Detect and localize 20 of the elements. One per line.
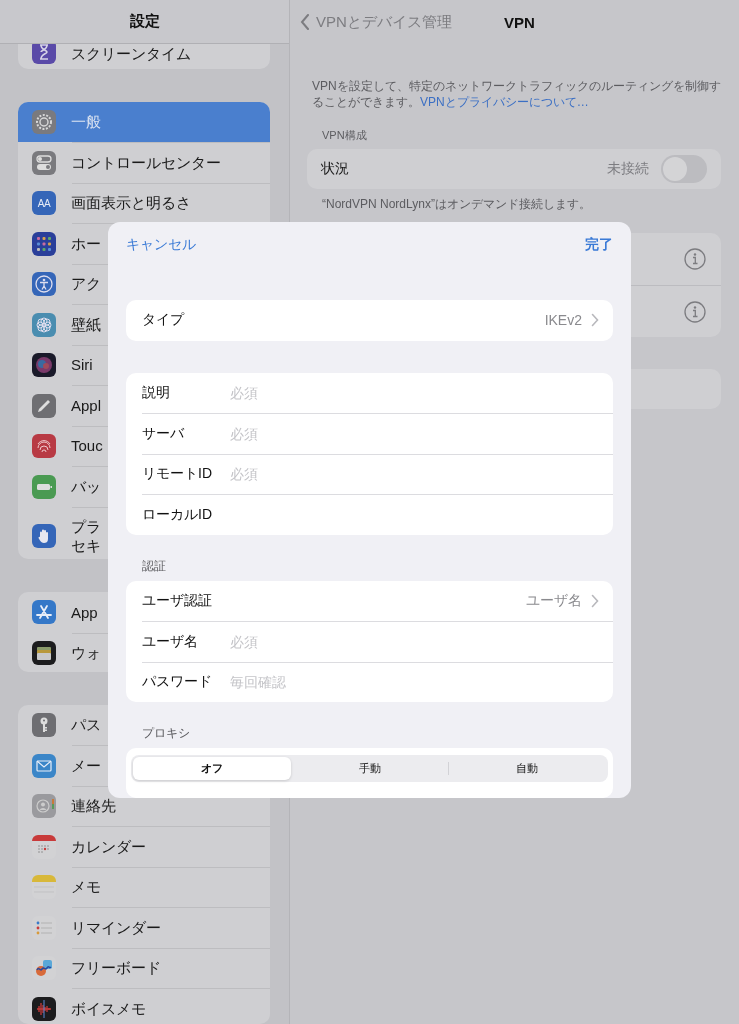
section-header: VPN構成 bbox=[322, 128, 368, 144]
item-label: プラ bbox=[71, 516, 101, 537]
field-label: ローカルID bbox=[142, 505, 213, 524]
field-label: ユーザ認証 bbox=[142, 591, 213, 610]
footnote-text: “NordVPN NordLynx”はオンデマンド接続します。 bbox=[322, 196, 592, 214]
item-label: セキ bbox=[71, 536, 101, 556]
field-label: タイプ bbox=[142, 311, 186, 330]
section-header: プロキシ bbox=[141, 725, 191, 742]
section-header: 認証 bbox=[141, 557, 167, 575]
description-text: VPNを設定して、特定のネットワークトラフィックのルーティングを制御することができます。VPNとプライバシーについて… bbox=[312, 78, 721, 111]
field-label: サーバ bbox=[142, 424, 185, 443]
text-size-icon: AA bbox=[32, 191, 56, 216]
page-title: VPN bbox=[504, 13, 535, 31]
status-label: 状況 bbox=[321, 160, 350, 179]
sidebar-title: 設定 bbox=[0, 0, 289, 44]
field-label: リモートID bbox=[142, 465, 213, 484]
field-label: 説明 bbox=[142, 383, 171, 402]
field-label: パスワード bbox=[142, 673, 213, 692]
field-label: ユーザ名 bbox=[142, 632, 199, 651]
status-value: 未接続 bbox=[607, 160, 649, 179]
